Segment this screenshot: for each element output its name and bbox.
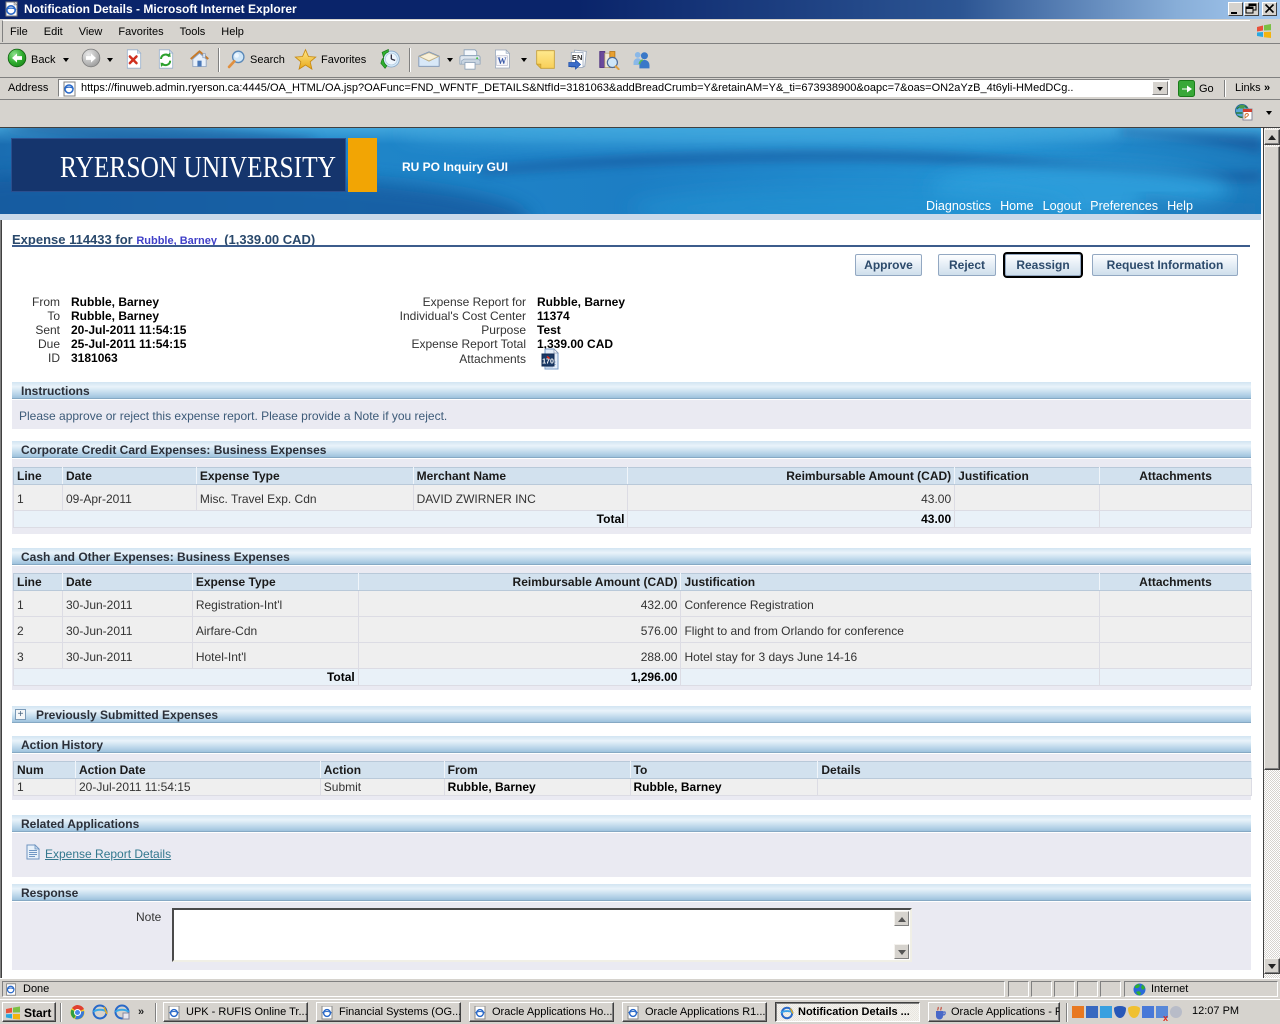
svg-text:W: W — [498, 56, 507, 66]
svg-text:RYERSON UNIVERSITY: RYERSON UNIVERSITY — [60, 149, 336, 184]
svg-text:170: 170 — [542, 359, 554, 366]
svg-text:EN: EN — [572, 53, 582, 62]
